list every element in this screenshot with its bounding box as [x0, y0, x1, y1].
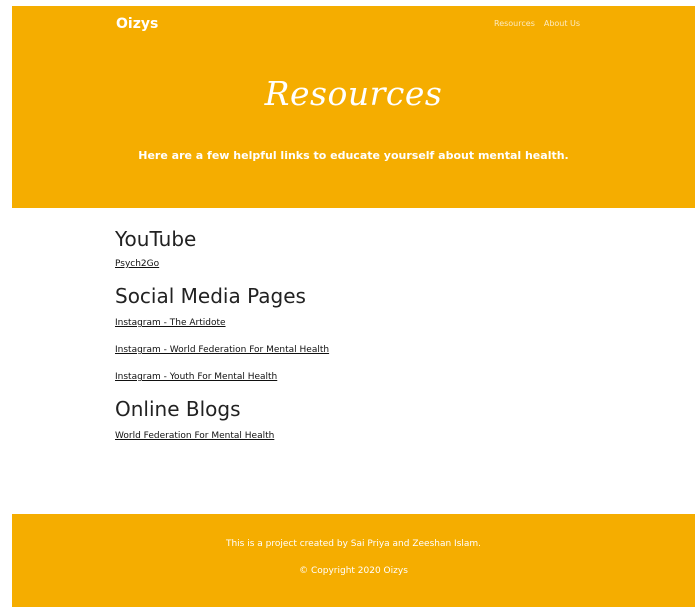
section-social-media: Social Media Pages Instagram - The Artid… [115, 283, 595, 383]
hero-subtitle: Here are a few helpful links to educate … [138, 149, 569, 162]
resources-content: YouTube Psych2Go Social Media Pages Inst… [115, 226, 595, 442]
page-title: Resources [264, 74, 443, 113]
nav-link-resources[interactable]: Resources [494, 19, 535, 28]
resource-link-wfmh-blog[interactable]: World Federation For Mental Health [115, 430, 595, 442]
footer-credit: This is a project created by Sai Priya a… [225, 539, 482, 549]
hero-banner: Resources Here are a few helpful links t… [12, 46, 695, 208]
nav-link-about-us[interactable]: About Us [544, 19, 580, 28]
footer: This is a project created by Sai Priya a… [12, 514, 695, 607]
section-heading-online-blogs: Online Blogs [115, 397, 241, 421]
navbar: Oizys Resources About Us [12, 6, 695, 46]
section-youtube: YouTube Psych2Go [115, 226, 595, 270]
page: Oizys Resources About Us Resources Here … [0, 0, 698, 607]
brand-logo-link[interactable]: Oizys [116, 16, 158, 32]
section-heading-youtube: YouTube [115, 227, 197, 251]
nav-links: Resources About Us [494, 19, 580, 28]
resource-link-instagram-youth[interactable]: Instagram - Youth For Mental Health [115, 371, 595, 383]
resource-link-psych2go[interactable]: Psych2Go [115, 258, 595, 270]
footer-copyright: © Copyright 2020 Oizys [299, 566, 408, 576]
resource-link-instagram-wfmh[interactable]: Instagram - World Federation For Mental … [115, 344, 595, 356]
section-heading-social-media: Social Media Pages [115, 284, 306, 308]
resource-link-instagram-artidote[interactable]: Instagram - The Artidote [115, 317, 595, 329]
section-online-blogs: Online Blogs World Federation For Mental… [115, 396, 595, 442]
